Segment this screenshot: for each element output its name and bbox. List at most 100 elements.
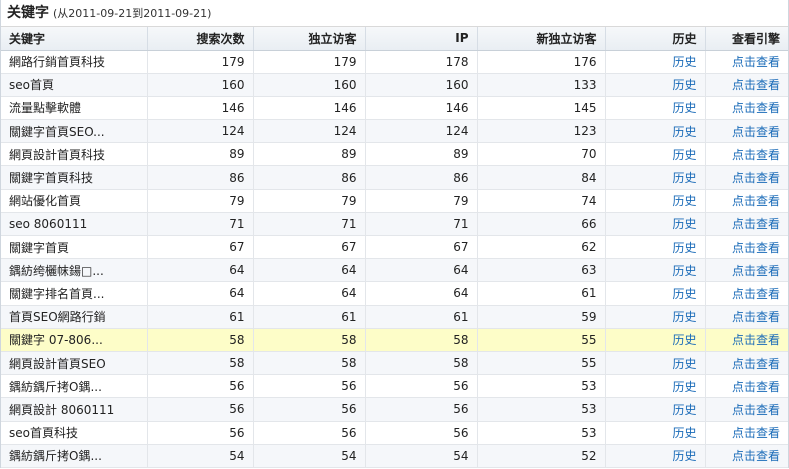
keyword-cell: 網路行銷首頁科技 [1, 50, 148, 74]
history-link[interactable]: 历史 [672, 403, 696, 417]
history-link[interactable]: 历史 [672, 380, 696, 394]
view-engine-link[interactable]: 点击查看 [732, 171, 780, 185]
history-link[interactable]: 历史 [672, 171, 696, 185]
column-header-visitors[interactable]: 独立访客 [253, 27, 366, 51]
view-engine-cell: 点击查看 [705, 351, 788, 376]
searches-cell: 64 [147, 281, 254, 306]
view-engine-cell: 点击查看 [705, 50, 788, 74]
view-engine-link[interactable]: 点击查看 [732, 264, 780, 278]
view-engine-cell: 点击查看 [705, 119, 788, 144]
keyword-cell: seo 8060111 [1, 212, 148, 237]
visitors-cell: 54 [253, 444, 366, 468]
new-visitors-cell: 66 [477, 212, 606, 237]
new-visitors-cell: 61 [477, 281, 606, 306]
history-link[interactable]: 历史 [672, 287, 696, 301]
view-engine-cell: 点击查看 [705, 444, 788, 468]
new-visitors-cell: 59 [477, 305, 606, 329]
view-engine-link[interactable]: 点击查看 [732, 241, 780, 255]
view-engine-cell: 点击查看 [705, 189, 788, 213]
keyword-cell: 關鍵字首頁科技 [1, 165, 148, 190]
ip-cell: 89 [365, 142, 478, 167]
view-engine-link[interactable]: 点击查看 [732, 125, 780, 139]
history-cell: 历史 [605, 142, 706, 167]
history-link[interactable]: 历史 [672, 148, 696, 162]
date-range: (从2011-09-21到2011-09-21) [53, 7, 212, 20]
view-engine-link[interactable]: 点击查看 [732, 333, 780, 347]
visitors-cell: 124 [253, 119, 366, 144]
keyword-cell: 鍝紡绔欐帓鍚□... [1, 258, 148, 283]
searches-cell: 58 [147, 328, 254, 352]
table-row: 鍝紡鍝斤拷O鍝... 56 56 56 53 历史 点击查看 [1, 374, 788, 399]
view-engine-link[interactable]: 点击查看 [732, 101, 780, 115]
view-engine-link[interactable]: 点击查看 [732, 310, 780, 324]
keyword-cell: seo首頁科技 [1, 421, 148, 445]
history-cell: 历史 [605, 397, 706, 422]
searches-cell: 54 [147, 444, 254, 468]
view-engine-link[interactable]: 点击查看 [732, 217, 780, 231]
history-link[interactable]: 历史 [672, 194, 696, 208]
history-link[interactable]: 历史 [672, 217, 696, 231]
history-link[interactable]: 历史 [672, 449, 696, 463]
keyword-panel: 关键字 (从2011-09-21到2011-09-21) 关键字 搜索次数 独立访… [0, 0, 789, 468]
visitors-cell: 86 [253, 165, 366, 190]
history-link[interactable]: 历史 [672, 101, 696, 115]
view-engine-link[interactable]: 点击查看 [732, 403, 780, 417]
searches-cell: 58 [147, 351, 254, 376]
history-link[interactable]: 历史 [672, 241, 696, 255]
visitors-cell: 58 [253, 328, 366, 352]
history-cell: 历史 [605, 165, 706, 190]
history-link[interactable]: 历史 [672, 264, 696, 278]
view-engine-link[interactable]: 点击查看 [732, 426, 780, 440]
column-header-new-visitors[interactable]: 新独立访客 [477, 27, 606, 51]
new-visitors-cell: 70 [477, 142, 606, 167]
history-link[interactable]: 历史 [672, 357, 696, 371]
view-engine-link[interactable]: 点击查看 [732, 148, 780, 162]
view-engine-link[interactable]: 点击查看 [732, 55, 780, 69]
new-visitors-cell: 55 [477, 328, 606, 352]
view-engine-link[interactable]: 点击查看 [732, 194, 780, 208]
ip-cell: 64 [365, 281, 478, 306]
history-link[interactable]: 历史 [672, 125, 696, 139]
history-cell: 历史 [605, 328, 706, 352]
column-header-searches[interactable]: 搜索次数 [147, 27, 254, 51]
table-row: seo 8060111 71 71 71 66 历史 点击查看 [1, 212, 788, 237]
table-row: 流量點擊軟體 146 146 146 145 历史 点击查看 [1, 96, 788, 121]
view-engine-link[interactable]: 点击查看 [732, 380, 780, 394]
table-row: 鍝紡绔欐帓鍚□... 64 64 64 63 历史 点击查看 [1, 258, 788, 283]
ip-cell: 178 [365, 50, 478, 74]
history-cell: 历史 [605, 374, 706, 399]
view-engine-cell: 点击查看 [705, 73, 788, 97]
view-engine-cell: 点击查看 [705, 397, 788, 422]
history-link[interactable]: 历史 [672, 78, 696, 92]
ip-cell: 58 [365, 351, 478, 376]
visitors-cell: 89 [253, 142, 366, 167]
history-link[interactable]: 历史 [672, 310, 696, 324]
new-visitors-cell: 84 [477, 165, 606, 190]
keyword-cell: 網頁設計 8060111 [1, 397, 148, 422]
searches-cell: 61 [147, 305, 254, 329]
new-visitors-cell: 53 [477, 374, 606, 399]
view-engine-link[interactable]: 点击查看 [732, 78, 780, 92]
view-engine-cell: 点击查看 [705, 305, 788, 329]
ip-cell: 71 [365, 212, 478, 237]
new-visitors-cell: 74 [477, 189, 606, 213]
searches-cell: 56 [147, 374, 254, 399]
view-engine-cell: 点击查看 [705, 281, 788, 306]
searches-cell: 89 [147, 142, 254, 167]
visitors-cell: 64 [253, 281, 366, 306]
history-link[interactable]: 历史 [672, 426, 696, 440]
view-engine-link[interactable]: 点击查看 [732, 287, 780, 301]
view-engine-link[interactable]: 点击查看 [732, 449, 780, 463]
history-cell: 历史 [605, 96, 706, 121]
history-link[interactable]: 历史 [672, 55, 696, 69]
visitors-cell: 61 [253, 305, 366, 329]
column-header-ip[interactable]: IP [365, 27, 478, 51]
view-engine-link[interactable]: 点击查看 [732, 357, 780, 371]
visitors-cell: 56 [253, 374, 366, 399]
ip-cell: 124 [365, 119, 478, 144]
history-link[interactable]: 历史 [672, 333, 696, 347]
column-header-keyword[interactable]: 关键字 [1, 27, 148, 51]
table-row: seo首頁 160 160 160 133 历史 点击查看 [1, 73, 788, 97]
view-engine-cell: 点击查看 [705, 421, 788, 445]
view-engine-cell: 点击查看 [705, 328, 788, 352]
